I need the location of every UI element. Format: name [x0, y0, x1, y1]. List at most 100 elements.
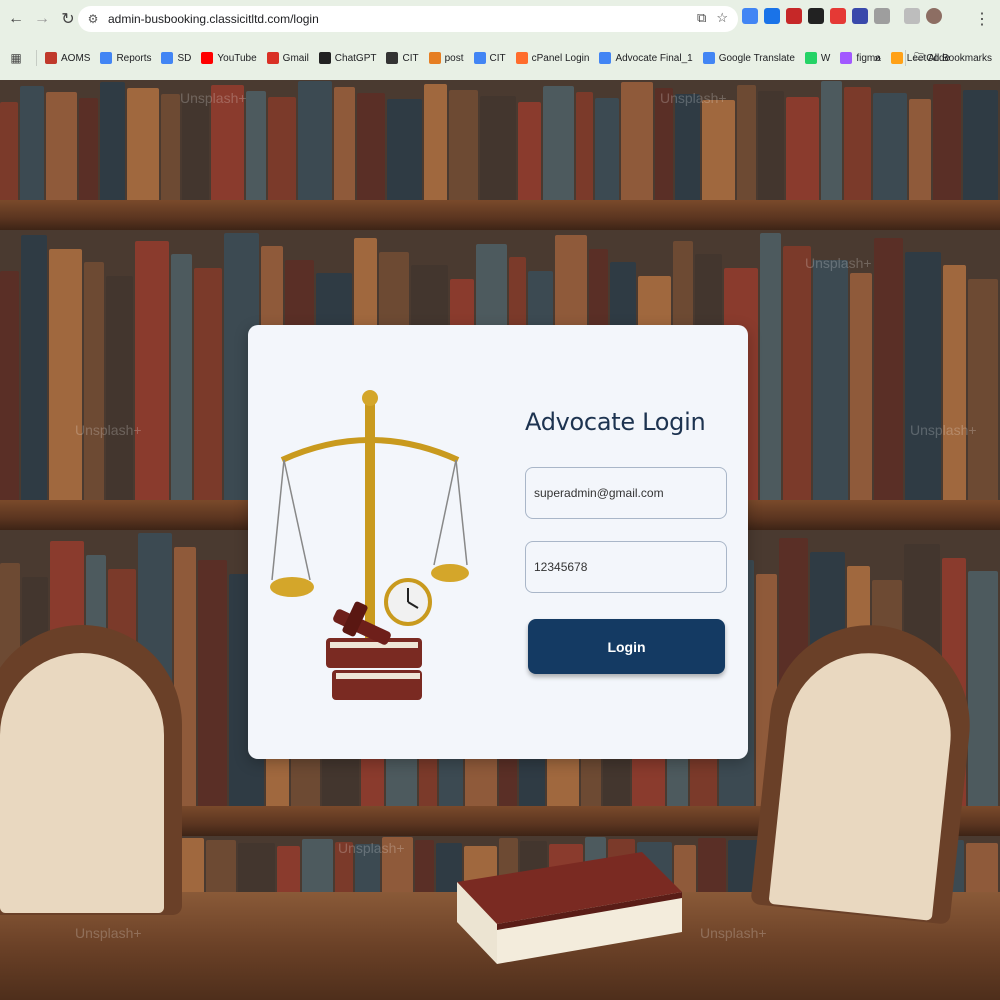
- bookmarks-right: » 🗀 All Bookmarks: [874, 44, 992, 72]
- background-book: [182, 100, 209, 200]
- browser-toolbar: ← → ↻ ⚙ admin-busbooking.classicitltd.co…: [0, 0, 1000, 38]
- bookmark-item[interactable]: Advocate Final_1: [599, 52, 693, 64]
- background-book: [48, 248, 82, 500]
- email-field[interactable]: [525, 467, 727, 519]
- browser-chrome: ← → ↻ ⚙ admin-busbooking.classicitltd.co…: [0, 0, 1000, 80]
- bookmark-label: CIT: [402, 52, 419, 64]
- background-book: [909, 99, 931, 200]
- justice-scale-illustration: [270, 390, 469, 700]
- extension-icon[interactable]: [742, 8, 758, 24]
- bookmark-item[interactable]: CIT: [473, 52, 506, 64]
- site-info-icon[interactable]: ⚙: [84, 10, 102, 28]
- bookmark-star-icon[interactable]: ☆: [716, 10, 728, 26]
- background-book: [424, 83, 447, 200]
- background-book: [813, 259, 849, 500]
- bookmark-item[interactable]: W: [804, 52, 830, 64]
- background-book: [932, 83, 961, 200]
- install-app-icon[interactable]: ⧉: [697, 10, 706, 26]
- background-book: [415, 839, 435, 892]
- background-book: [206, 840, 236, 892]
- bookmark-item[interactable]: SD: [161, 52, 191, 64]
- globe-icon: [386, 52, 399, 64]
- bookmark-label: AOMS: [61, 52, 91, 64]
- background-book: [736, 84, 757, 200]
- background-book: [905, 251, 942, 500]
- login-card: Advocate Login Login: [248, 325, 748, 759]
- watermark-text: Unsplash+: [75, 925, 142, 941]
- background-book: [83, 262, 104, 500]
- extension-icon[interactable]: [852, 8, 868, 24]
- background-book: [518, 101, 542, 200]
- bookmark-item[interactable]: ChatGPT: [318, 52, 377, 64]
- bookmark-label: Gmail: [282, 52, 309, 64]
- bookshelf-row: [0, 80, 1000, 200]
- background-book: [967, 571, 999, 806]
- forward-icon[interactable]: →: [30, 7, 54, 31]
- all-bookmarks-button[interactable]: All Bookmarks: [928, 53, 992, 64]
- docs-icon: [473, 52, 486, 64]
- bookmark-item[interactable]: Google Translate: [702, 52, 795, 64]
- background-book: [575, 92, 594, 200]
- chair-left: [0, 625, 182, 915]
- bookmark-item[interactable]: post: [428, 52, 464, 64]
- password-field[interactable]: [525, 541, 727, 593]
- background-book: [702, 100, 735, 200]
- background-book: [193, 267, 222, 500]
- background-book: [237, 843, 275, 892]
- translate-icon: [702, 52, 715, 64]
- bookmark-label: Google Translate: [718, 52, 795, 64]
- background-book: [134, 240, 169, 500]
- background-book: [966, 842, 998, 892]
- extensions-puzzle-icon[interactable]: [874, 8, 890, 24]
- bookmark-label: Reports: [116, 52, 152, 64]
- bookmark-item[interactable]: Gmail: [266, 52, 309, 64]
- background-book: [821, 81, 842, 200]
- bookmarks-overflow-button[interactable]: »: [874, 51, 881, 65]
- bookmark-label: ChatGPT: [334, 52, 377, 64]
- background-book: [621, 82, 653, 200]
- extension-icon[interactable]: [786, 8, 802, 24]
- background-book: [276, 846, 301, 892]
- bookmark-label: post: [444, 52, 464, 64]
- url-text[interactable]: admin-busbooking.classicitltd.com/login: [108, 12, 319, 26]
- background-book: [968, 278, 999, 500]
- background-book: [297, 81, 332, 200]
- extension-icon[interactable]: [764, 8, 780, 24]
- reading-list-icon[interactable]: [904, 8, 920, 24]
- back-icon[interactable]: ←: [4, 7, 28, 31]
- address-bar[interactable]: ⚙ admin-busbooking.classicitltd.com/logi…: [78, 6, 738, 32]
- bookmarks-bar: ▦ AOMS Reports SD YouTube Gmail ChatGPT CIT pos…: [0, 44, 1000, 72]
- docs-icon: [599, 52, 612, 64]
- bookmark-item[interactable]: YouTube: [201, 52, 257, 64]
- youtube-icon: [201, 52, 214, 64]
- bookmark-item[interactable]: AOMS: [45, 52, 90, 64]
- background-book: [943, 265, 967, 500]
- background-book: [387, 99, 423, 200]
- background-book: [19, 86, 44, 200]
- background-book: [874, 238, 904, 500]
- table-book-image: [457, 852, 682, 964]
- background-book: [0, 101, 18, 200]
- profile-avatar[interactable]: [926, 8, 942, 24]
- background-book: [786, 96, 820, 200]
- extension-icon[interactable]: [808, 8, 824, 24]
- background-book: [20, 235, 47, 500]
- background-book: [675, 94, 701, 200]
- login-button[interactable]: Login: [528, 619, 725, 674]
- background-book: [850, 273, 873, 500]
- bookmark-item[interactable]: CIT: [386, 52, 419, 64]
- background-book: [448, 89, 478, 200]
- bookmark-item[interactable]: cPanel Login: [515, 52, 589, 64]
- apps-grid-icon[interactable]: ▦: [4, 46, 28, 70]
- bookmark-item[interactable]: Reports: [100, 52, 151, 64]
- background-book: [302, 838, 333, 892]
- menu-kebab-icon[interactable]: ⋮: [974, 9, 990, 29]
- background-book: [45, 92, 78, 200]
- bookmark-label: SD: [177, 52, 192, 64]
- extensions-tray: [742, 8, 942, 24]
- reload-icon[interactable]: ↻: [56, 7, 80, 31]
- docs-icon: [100, 52, 113, 64]
- background-book: [268, 96, 296, 200]
- whatsapp-icon: [804, 52, 817, 64]
- extension-icon[interactable]: [830, 8, 846, 24]
